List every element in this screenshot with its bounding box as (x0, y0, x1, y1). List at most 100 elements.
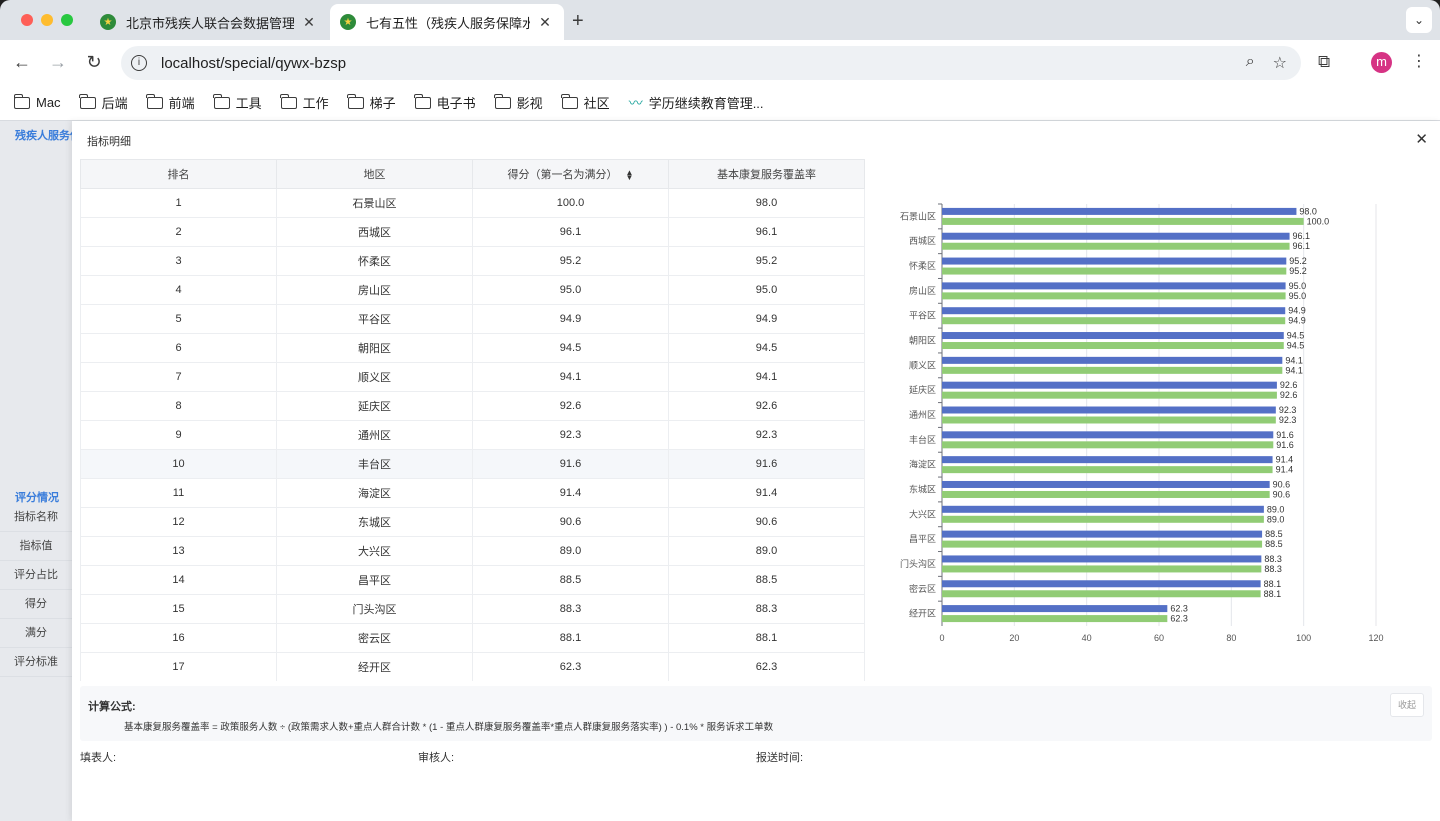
browser-menu-icon[interactable]: ⋮ (1411, 51, 1427, 71)
data-label: 100.0 (1307, 216, 1330, 226)
bar (942, 466, 1273, 474)
coverage-cell: 94.1 (668, 362, 865, 392)
close-tab-icon[interactable]: ✕ (536, 14, 554, 31)
zoom-icon[interactable]: ⌕ (1246, 53, 1255, 73)
close-tab-icon[interactable]: ✕ (300, 14, 318, 31)
bar (942, 317, 1286, 325)
x-tick-label: 40 (1082, 633, 1092, 643)
table-row[interactable]: 1 石景山区 100.0 98.0 (80, 188, 865, 218)
y-tick-label: 通州区 (909, 410, 936, 420)
score-cell: 91.6 (472, 449, 669, 479)
y-tick-label: 大兴区 (909, 508, 936, 519)
url-text[interactable]: localhost/special/qywx-bzsp (161, 55, 346, 72)
folder-icon (79, 93, 96, 109)
coverage-cell: 94.5 (668, 333, 865, 363)
table-row[interactable]: 16 密云区 88.1 88.1 (80, 623, 865, 653)
table-row[interactable]: 17 经开区 62.3 62.3 (80, 652, 865, 681)
table-row[interactable]: 10 丰台区 91.6 91.6 (80, 449, 865, 479)
bookmark-label: 工具 (235, 96, 262, 111)
bar (942, 540, 1263, 548)
table-row[interactable]: 8 延庆区 92.6 92.6 (80, 391, 865, 421)
coverage-cell: 92.3 (668, 420, 865, 450)
table-header-row: 排名 地区 得分（第一名为满分） ▲ ▼ 基本康复服务覆盖率 (80, 159, 865, 189)
table-row[interactable]: 3 怀柔区 95.2 95.2 (80, 246, 865, 276)
score-cell: 90.6 (472, 507, 669, 537)
bookmark-folder[interactable]: 影视 (494, 93, 543, 112)
table-row[interactable]: 13 大兴区 89.0 89.0 (80, 536, 865, 566)
x-tick-label: 120 (1368, 633, 1383, 643)
profile-avatar[interactable]: m (1371, 52, 1392, 73)
bookmark-folder[interactable]: 工作 (280, 93, 329, 112)
filler-label: 填表人: (80, 752, 117, 764)
table-row[interactable]: 5 平谷区 94.9 94.9 (80, 304, 865, 334)
column-header-rank: 排名 (80, 159, 277, 189)
bookmark-link[interactable]: 〰学历继续教育管理... (629, 93, 764, 113)
bar (942, 282, 1286, 290)
indicator-detail-modal: 指标明细 ✕ 排名 地区 得分（第一名为满分） ▲ ▼ 基本康复服务覆盖率 1 石景山… (72, 121, 1440, 821)
browser-tab-2[interactable]: ★ 七有五性（残疾人服务保障水平 ✕ (330, 4, 564, 40)
bar (942, 217, 1304, 225)
bookmark-folder[interactable]: 电子书 (414, 93, 476, 112)
bar (942, 391, 1277, 399)
ranking-table: 排名 地区 得分（第一名为满分） ▲ ▼ 基本康复服务覆盖率 1 石景山区 100.0 9… (80, 159, 865, 681)
table-row[interactable]: 7 顺义区 94.1 94.1 (80, 362, 865, 392)
bookmark-folder[interactable]: 社区 (561, 93, 610, 112)
bookmark-label: 电子书 (436, 96, 476, 111)
table-row[interactable]: 9 通州区 92.3 92.3 (80, 420, 865, 450)
table-row[interactable]: 6 朝阳区 94.5 94.5 (80, 333, 865, 363)
site-info-icon[interactable]: i (131, 55, 147, 71)
bookmark-label: Mac (36, 95, 61, 110)
coverage-cell: 88.5 (668, 565, 865, 595)
tab-title: 北京市残疾人联合会数据管理平 (126, 15, 294, 31)
sort-icon[interactable]: ▲ ▼ (626, 169, 634, 182)
bookmark-folder[interactable]: 梯子 (347, 93, 396, 112)
bookmark-folder[interactable]: 工具 (213, 93, 262, 112)
rank-cell: 10 (80, 449, 277, 479)
close-icon[interactable]: ✕ (1415, 130, 1428, 148)
browser-tab-1[interactable]: ★ 北京市残疾人联合会数据管理平 ✕ (90, 4, 328, 40)
close-window-button[interactable] (21, 14, 33, 26)
bookmark-star-icon[interactable]: ☆ (1273, 53, 1287, 73)
address-bar[interactable]: i localhost/special/qywx-bzsp ⌕ ☆ (121, 46, 1301, 80)
region-cell: 东城区 (276, 507, 473, 537)
zoom-window-button[interactable] (61, 14, 73, 26)
data-label: 88.1 (1264, 579, 1282, 589)
bar (942, 515, 1264, 523)
table-row[interactable]: 4 房山区 95.0 95.0 (80, 275, 865, 305)
table-row[interactable]: 11 海淀区 91.4 91.4 (80, 478, 865, 508)
folder-icon (494, 93, 511, 109)
table-row[interactable]: 15 门头沟区 88.3 88.3 (80, 594, 865, 624)
tab-search-chevron-icon[interactable]: ⌄ (1406, 7, 1432, 33)
back-arrow-icon[interactable]: ← (11, 52, 33, 73)
coverage-cell: 94.9 (668, 304, 865, 334)
bookmark-label: 后端 (101, 96, 128, 111)
bar (942, 242, 1290, 250)
data-label: 91.6 (1276, 440, 1294, 450)
column-header-coverage: 基本康复服务覆盖率 (668, 159, 865, 189)
score-cell: 88.1 (472, 623, 669, 653)
extensions-puzzle-icon[interactable]: ⧉ (1318, 52, 1330, 72)
table-row[interactable]: 14 昌平区 88.5 88.5 (80, 565, 865, 595)
table-row[interactable]: 2 西城区 96.1 96.1 (80, 217, 865, 247)
rank-cell: 9 (80, 420, 277, 450)
forward-arrow-icon[interactable]: → (47, 52, 69, 73)
new-tab-icon[interactable]: + (572, 10, 584, 33)
y-tick-label: 延庆区 (909, 384, 936, 395)
coverage-cell: 95.2 (668, 246, 865, 276)
region-cell: 顺义区 (276, 362, 473, 392)
reload-icon[interactable]: ↻ (83, 52, 105, 73)
score-cell: 95.2 (472, 246, 669, 276)
bookmark-folder[interactable]: 后端 (79, 93, 128, 112)
bookmark-folder[interactable]: Mac (13, 93, 61, 110)
column-header-score[interactable]: 得分（第一名为满分） ▲ ▼ (472, 159, 669, 189)
page-content: 残疾人服务保 评分情况 指标名称 指标值 评分占比 得分 满分 评分标准 指标明… (0, 121, 1440, 821)
data-label: 90.6 (1273, 489, 1291, 499)
collapse-button[interactable]: 收起 (1390, 693, 1424, 717)
bar (942, 490, 1270, 498)
minimize-window-button[interactable] (41, 14, 53, 26)
folder-icon (146, 93, 163, 109)
bookmark-folder[interactable]: 前端 (146, 93, 195, 112)
reviewer-label: 审核人: (418, 752, 455, 764)
bar (942, 332, 1284, 340)
table-row[interactable]: 12 东城区 90.6 90.6 (80, 507, 865, 537)
